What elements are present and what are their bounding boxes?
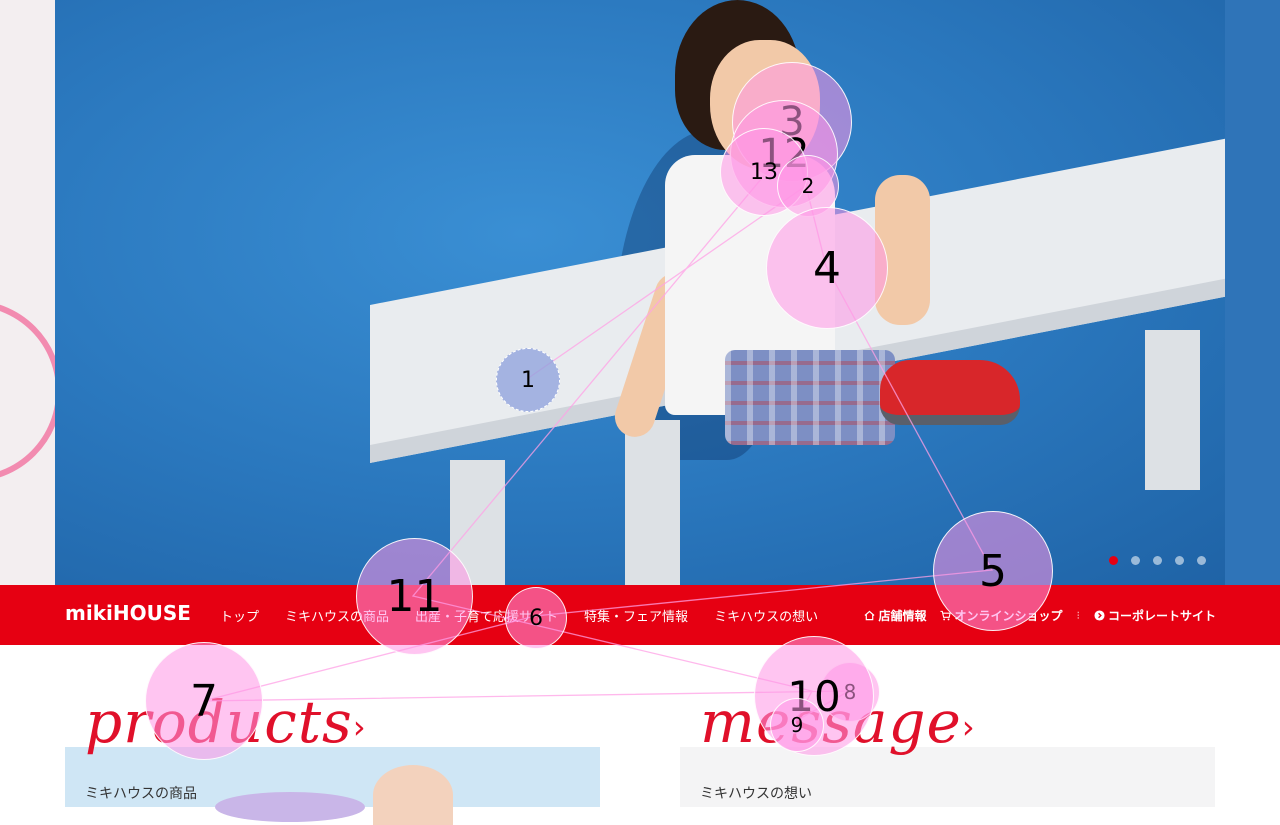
carousel-pagination — [1109, 556, 1206, 565]
products-subtitle: ミキハウスの商品 — [85, 785, 197, 801]
products-card[interactable]: products› ミキハウスの商品 — [65, 688, 600, 825]
main-navigation: mikiHOUSE トップ ミキハウスの商品 出産・子育て応援サイト 特集・フェ… — [0, 585, 1280, 645]
corporate-site-link[interactable]: コーポレートサイト — [1094, 607, 1216, 624]
store-info-link[interactable]: 店舗情報 — [864, 607, 926, 624]
online-shop-label: オンラインショップ — [954, 608, 1063, 623]
mikihouse-logo[interactable]: mikiHOUSE — [65, 601, 191, 625]
nav-item-top[interactable]: トップ — [220, 606, 259, 625]
nav-item-features-fairs[interactable]: 特集・フェア情報 — [584, 606, 688, 625]
child-model — [609, 0, 1020, 470]
next-slide-peek[interactable] — [1225, 0, 1280, 585]
nav-item-products[interactable]: ミキハウスの商品 — [285, 606, 389, 625]
nav-separator: ⁝ — [1076, 609, 1080, 622]
arrow-circle-icon — [1094, 609, 1105, 621]
hero-carousel[interactable] — [0, 0, 1280, 585]
products-heading[interactable]: products› — [85, 688, 367, 756]
cart-icon — [940, 610, 952, 620]
decorative-ring — [0, 300, 55, 482]
hero-slide-image — [55, 0, 1225, 585]
carousel-dot[interactable] — [1153, 556, 1162, 565]
nav-item-parenting-support[interactable]: 出産・子育て応援サイト — [415, 606, 558, 625]
online-shop-link[interactable]: オンラインショップ — [940, 607, 1062, 624]
chevron-right-icon: › — [352, 707, 367, 746]
carousel-dot[interactable] — [1109, 556, 1118, 565]
corporate-site-label: コーポレートサイト — [1107, 608, 1216, 623]
carousel-dot[interactable] — [1175, 556, 1184, 565]
nav-item-philosophy[interactable]: ミキハウスの想い — [714, 606, 818, 625]
bench-leg — [1145, 330, 1200, 490]
message-card[interactable]: message› ミキハウスの想い — [680, 688, 1215, 807]
chevron-right-icon: › — [961, 707, 976, 746]
carousel-dot[interactable] — [1131, 556, 1140, 565]
store-info-label: 店舗情報 — [878, 608, 927, 623]
sandal — [880, 360, 1020, 425]
bench-leg — [450, 460, 505, 585]
carousel-dot[interactable] — [1197, 556, 1206, 565]
previous-slide-peek[interactable] — [0, 0, 55, 585]
message-heading[interactable]: message› — [700, 688, 976, 756]
home-icon — [864, 610, 875, 620]
message-subtitle: ミキハウスの想い — [700, 785, 812, 801]
